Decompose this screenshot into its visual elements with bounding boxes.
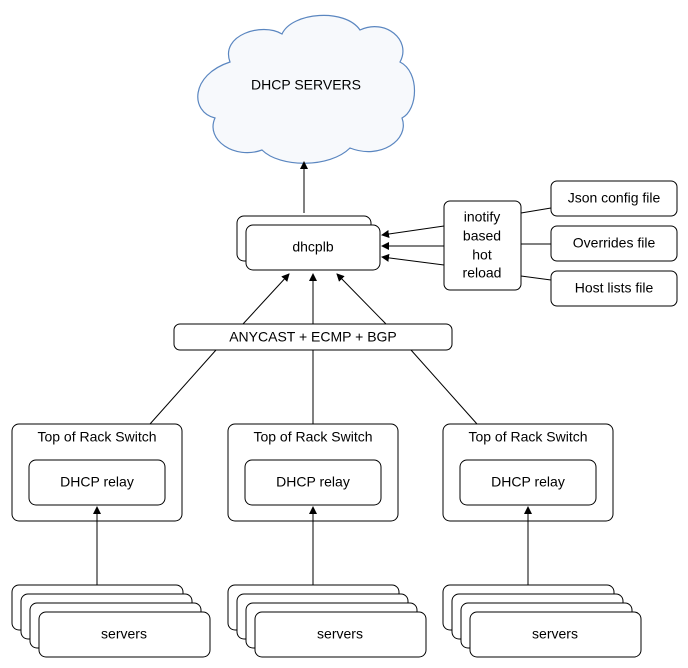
arrow-anycast-3 xyxy=(336,273,387,325)
dhcp-relay-label: DHCP relay xyxy=(60,474,134,490)
dhcplb-label: dhcplb xyxy=(292,239,333,255)
connector-rack-1 xyxy=(149,349,217,425)
file-label: Host lists file xyxy=(575,280,654,296)
overrides-file-node: Overrides file xyxy=(550,225,678,262)
connector-json xyxy=(520,207,552,214)
arrow-anycast-1 xyxy=(242,273,290,325)
dhcplb-node: dhcplb xyxy=(236,215,381,271)
tor-switch-label: Top of Rack Switch xyxy=(37,429,156,445)
anycast-label: ANYCAST + ECMP + BGP xyxy=(229,329,397,345)
json-config-file-node: Json config file xyxy=(550,180,678,217)
tor-switch-label: Top of Rack Switch xyxy=(253,429,372,445)
servers-label: servers xyxy=(532,626,578,642)
rack-3: Top of Rack Switch DHCP relay servers xyxy=(442,423,642,658)
connector-hostlists xyxy=(520,275,552,281)
file-label: Overrides file xyxy=(573,235,656,251)
tor-switch-label: Top of Rack Switch xyxy=(468,429,587,445)
reload-line: based xyxy=(463,228,501,244)
dhcp-architecture-diagram: DHCP SERVERS dhcplb inotify based hot re… xyxy=(11,14,678,658)
connector-rack-3 xyxy=(410,349,478,425)
arrow-reload-3 xyxy=(381,253,445,266)
servers-label: servers xyxy=(317,626,363,642)
inotify-reload-node: inotify based hot reload xyxy=(443,200,522,291)
file-label: Json config file xyxy=(568,190,661,206)
host-lists-file-node: Host lists file xyxy=(550,270,678,307)
anycast-node: ANYCAST + ECMP + BGP xyxy=(173,323,453,351)
rack-2: Top of Rack Switch DHCP relay servers xyxy=(227,423,427,658)
servers-label: servers xyxy=(101,626,147,642)
cloud-label: DHCP SERVERS xyxy=(251,77,361,93)
dhcp-relay-label: DHCP relay xyxy=(491,474,565,490)
reload-line: hot xyxy=(472,247,492,263)
dhcp-relay-label: DHCP relay xyxy=(276,474,350,490)
arrow-reload-1 xyxy=(381,225,445,238)
reload-line: reload xyxy=(463,265,502,281)
reload-line: inotify xyxy=(464,209,501,225)
dhcp-servers-cloud: DHCP SERVERS xyxy=(197,14,415,164)
rack-1: Top of Rack Switch DHCP relay servers xyxy=(11,423,211,658)
